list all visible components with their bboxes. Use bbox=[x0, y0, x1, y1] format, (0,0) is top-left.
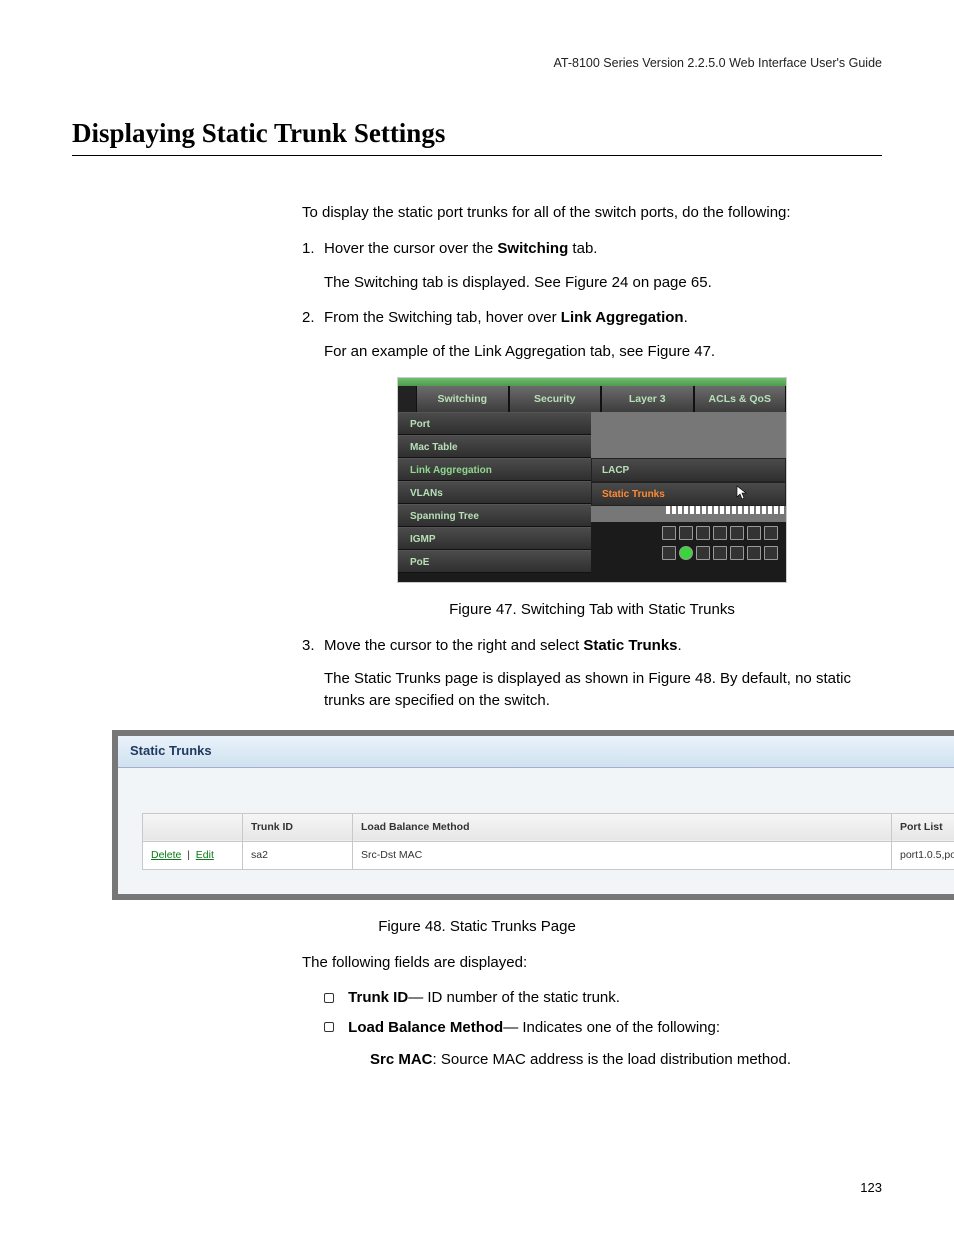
menu-port[interactable]: Port bbox=[398, 412, 591, 435]
fig47-ports bbox=[591, 522, 786, 582]
port-icon bbox=[713, 526, 727, 540]
intro-text: To display the static port trunks for al… bbox=[302, 202, 882, 224]
figure-48-caption: Figure 48. Static Trunks Page bbox=[72, 916, 882, 938]
cell-method: Src-Dst MAC bbox=[353, 841, 892, 869]
checkbox-icon bbox=[324, 993, 334, 1003]
step-3-num: 3. bbox=[302, 635, 324, 657]
menu-igmp[interactable]: IGMP bbox=[398, 527, 591, 550]
col-method: Load Balance Method bbox=[353, 813, 892, 841]
menu-mactable[interactable]: Mac Table bbox=[398, 435, 591, 458]
menu-vlans[interactable]: VLANs bbox=[398, 481, 591, 504]
tab-acls-qos[interactable]: ACLs & QoS bbox=[694, 386, 787, 412]
fig47-greenbar bbox=[398, 378, 786, 386]
port-icon bbox=[662, 526, 676, 540]
step-2: 2.From the Switching tab, hover over Lin… bbox=[302, 307, 882, 363]
step-1-c: tab. bbox=[568, 240, 597, 257]
cell-actions: Delete | Edit bbox=[143, 841, 243, 869]
cell-trunkid: sa2 bbox=[243, 841, 353, 869]
fig47-porttoprow bbox=[591, 506, 786, 514]
fig47-left-pad bbox=[398, 386, 416, 412]
port-icon bbox=[764, 526, 778, 540]
figure-48: Static Trunks Add Trunk ID Load Balance … bbox=[112, 730, 954, 900]
table-row: Delete | Edit sa2 Src-Dst MAC port1.0.5,… bbox=[143, 841, 954, 869]
tab-security[interactable]: Security bbox=[509, 386, 602, 412]
port-icon bbox=[679, 526, 693, 540]
delete-link[interactable]: Delete bbox=[151, 849, 181, 861]
port-icon bbox=[747, 546, 761, 560]
field-lbmethod: Load Balance Method— Indicates one of th… bbox=[324, 1017, 882, 1039]
submenu-lacp[interactable]: LACP bbox=[591, 458, 786, 482]
step-3-a: Move the cursor to the right and select bbox=[324, 637, 583, 654]
action-sep: | bbox=[184, 849, 195, 861]
submenu-static-trunks-label: Static Trunks bbox=[602, 489, 665, 500]
page-header: AT-8100 Series Version 2.2.5.0 Web Inter… bbox=[72, 56, 882, 70]
step-2-a: From the Switching tab, hover over bbox=[324, 309, 561, 326]
checkbox-icon bbox=[324, 1022, 334, 1032]
fig47-menucol: oa nda Port Mac Table Link Aggregation V… bbox=[398, 412, 591, 582]
fig47-rightcol: LACP Static Trunks bbox=[591, 412, 786, 582]
menu-spanning-tree[interactable]: Spanning Tree bbox=[398, 504, 591, 527]
field-srcmac: Src MAC: Source MAC address is the load … bbox=[370, 1049, 882, 1071]
port-icon bbox=[696, 526, 710, 540]
page-number: 123 bbox=[860, 1180, 882, 1195]
step-3-sub: The Static Trunks page is displayed as s… bbox=[324, 668, 882, 712]
step-1: 1.Hover the cursor over the Switching ta… bbox=[302, 238, 882, 294]
step-3: 3.Move the cursor to the right and selec… bbox=[302, 635, 882, 712]
tab-layer3[interactable]: Layer 3 bbox=[601, 386, 694, 412]
static-trunks-table: Trunk ID Load Balance Method Port List D… bbox=[142, 813, 954, 870]
port-icon bbox=[662, 546, 676, 560]
step-1-num: 1. bbox=[302, 238, 324, 260]
figure-47-caption: Figure 47. Switching Tab with Static Tru… bbox=[302, 599, 882, 621]
field-srcmac-desc: : Source MAC address is the load distrib… bbox=[433, 1051, 792, 1068]
step-1-a: Hover the cursor over the bbox=[324, 240, 497, 257]
menu-poe[interactable]: PoE bbox=[398, 550, 591, 573]
fields-intro: The following fields are displayed: bbox=[302, 952, 882, 974]
step-3-b: Static Trunks bbox=[583, 637, 677, 654]
port-icon bbox=[713, 546, 727, 560]
field-trunkid-label: Trunk ID bbox=[348, 989, 408, 1006]
menu-link-aggregation[interactable]: Link Aggregation bbox=[398, 458, 591, 481]
cursor-icon bbox=[733, 485, 747, 509]
field-trunkid-desc: — ID number of the static trunk. bbox=[408, 989, 620, 1006]
port-icon-active bbox=[679, 546, 693, 560]
step-2-b: Link Aggregation bbox=[561, 309, 684, 326]
figure-47: Switching Security Layer 3 ACLs & QoS oa… bbox=[397, 377, 787, 583]
step-3-c: . bbox=[678, 637, 682, 654]
page-title: Displaying Static Trunk Settings bbox=[72, 118, 882, 156]
fig48-titlebar: Static Trunks bbox=[118, 736, 954, 768]
edit-link[interactable]: Edit bbox=[196, 849, 214, 861]
step-2-sub: For an example of the Link Aggregation t… bbox=[324, 341, 882, 363]
field-lbmethod-label: Load Balance Method bbox=[348, 1019, 503, 1036]
col-portlist: Port List bbox=[892, 813, 954, 841]
submenu-static-trunks[interactable]: Static Trunks bbox=[591, 482, 786, 506]
cell-ports: port1.0.5,port1.0.7 bbox=[892, 841, 954, 869]
port-icon bbox=[696, 546, 710, 560]
port-icon bbox=[764, 546, 778, 560]
field-srcmac-label: Src MAC bbox=[370, 1051, 433, 1068]
tab-switching[interactable]: Switching bbox=[416, 386, 509, 412]
table-header-row: Trunk ID Load Balance Method Port List bbox=[143, 813, 954, 841]
fig47-tabrow: Switching Security Layer 3 ACLs & QoS bbox=[398, 386, 786, 412]
step-1-sub: The Switching tab is displayed. See Figu… bbox=[324, 272, 882, 294]
step-2-num: 2. bbox=[302, 307, 324, 329]
port-icon bbox=[730, 546, 744, 560]
col-actions bbox=[143, 813, 243, 841]
port-icon bbox=[730, 526, 744, 540]
port-icon bbox=[747, 526, 761, 540]
col-trunkid: Trunk ID bbox=[243, 813, 353, 841]
field-trunkid: Trunk ID— ID number of the static trunk. bbox=[324, 987, 882, 1009]
step-2-c: . bbox=[684, 309, 688, 326]
field-lbmethod-desc: — Indicates one of the following: bbox=[503, 1019, 720, 1036]
step-1-b: Switching bbox=[497, 240, 568, 257]
